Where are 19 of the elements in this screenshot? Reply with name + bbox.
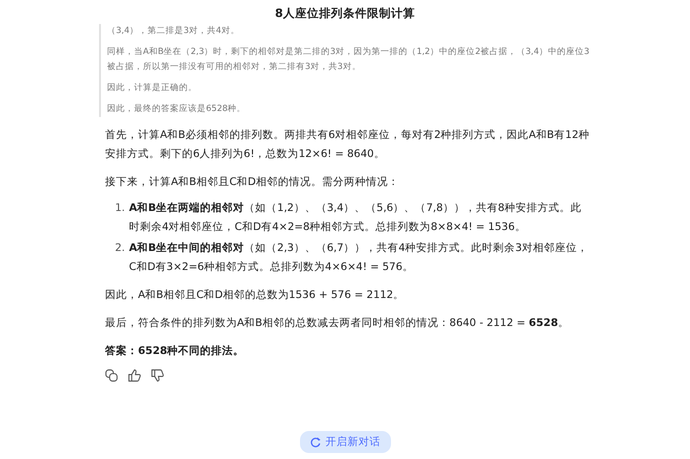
quote-paragraph: 因此，最终的答案应该是6528种。: [107, 102, 247, 116]
quote-paragraph: （3,4），第二排是3对，共4对。: [107, 25, 240, 38]
paragraph: 最后，符合条件的排列数为A和B相邻的总数减去两者同时相邻的情况：8640 - 2112 = 6528。: [105, 316, 570, 331]
list-number: 1.: [114, 201, 126, 216]
list-item-text: A和B坐在两端的相邻对（如（1,2）、（3,4）、（5,6）、（7,8）），共有8种安排方式。此时剩余4对相邻座位，C和D有4×2=8种相邻方式。总排列数为8×8×4! = 1536。: [129, 201, 583, 235]
thumbs-down-icon[interactable]: [151, 369, 164, 382]
quote-paragraph: 同样，当A和B坐在（2,3）时，剩下的相邻对是第二排的3对，因为第一排的（1,2）中的座位2被占据，（3,4）中的座位3被占据，所以第一排没有可用的相邻对，第二排有3对，共3对。: [107, 46, 590, 74]
paragraph: 首先，计算A和B必须相邻的排列数。两排共有6对相邻座位，每对有2种排列方式，因此A和B有12种安排方式。剩下的6人排列为6!，总数为12×6! = 8640。: [105, 128, 590, 162]
list-item-text: A和B坐在中间的相邻对（如（2,3）、（6,7）），共有4种安排方式。此时剩余3对相邻座位，C和D有3×2=6种相邻方式。总排列数为4×6×4! = 576。: [129, 241, 589, 275]
refresh-icon: [310, 436, 320, 448]
new-chat-button[interactable]: 开启新对话: [300, 431, 390, 453]
quote-paragraph: 因此，计算是正确的。: [107, 82, 198, 95]
paragraph: 接下来，计算A和B相邻且C和D相邻的情况。需分两种情况：: [105, 175, 400, 190]
paragraph: 因此，A和B相邻且C和D相邻的总数为1536 + 576 = 2112。: [105, 288, 406, 303]
conversation-title: 8人座位排列条件限制计算: [274, 5, 415, 22]
list-number: 2.: [114, 241, 126, 256]
answer-text: 答案：6528种不同的排法。: [105, 344, 246, 359]
copy-icon[interactable]: [105, 369, 118, 382]
thumbs-up-icon[interactable]: [128, 369, 141, 382]
